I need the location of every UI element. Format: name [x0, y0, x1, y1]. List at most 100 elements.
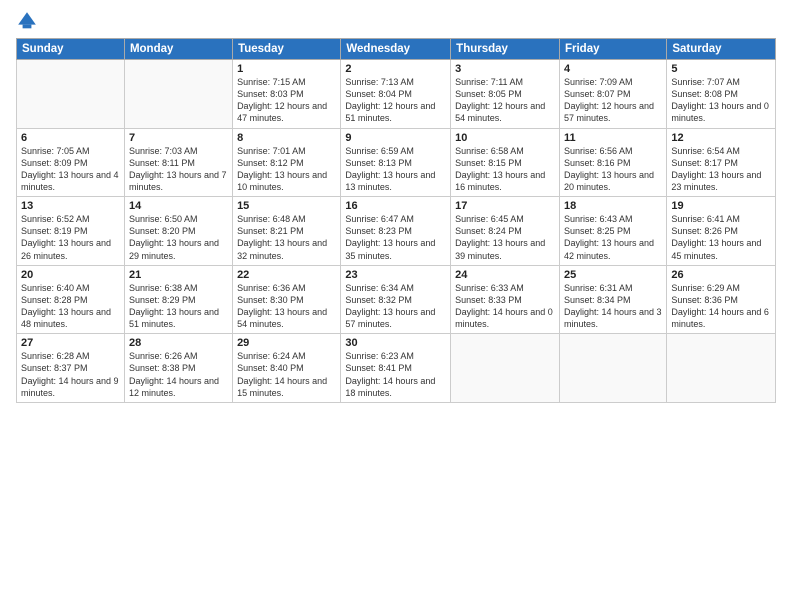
day-info: Sunrise: 7:11 AM Sunset: 8:05 PM Dayligh…: [455, 76, 555, 125]
day-info: Sunrise: 6:36 AM Sunset: 8:30 PM Dayligh…: [237, 282, 336, 331]
calendar-cell: [559, 334, 666, 403]
calendar-cell: 29Sunrise: 6:24 AM Sunset: 8:40 PM Dayli…: [233, 334, 341, 403]
calendar-cell: 26Sunrise: 6:29 AM Sunset: 8:36 PM Dayli…: [667, 265, 776, 334]
day-number: 19: [671, 200, 771, 212]
day-number: 21: [129, 269, 228, 281]
day-number: 15: [237, 200, 336, 212]
day-info: Sunrise: 7:05 AM Sunset: 8:09 PM Dayligh…: [21, 145, 120, 194]
day-info: Sunrise: 6:59 AM Sunset: 8:13 PM Dayligh…: [345, 145, 446, 194]
calendar-table: SundayMondayTuesdayWednesdayThursdayFrid…: [16, 38, 776, 403]
day-number: 4: [564, 63, 662, 75]
day-info: Sunrise: 6:29 AM Sunset: 8:36 PM Dayligh…: [671, 282, 771, 331]
calendar-cell: 8Sunrise: 7:01 AM Sunset: 8:12 PM Daylig…: [233, 128, 341, 197]
calendar-cell: [17, 60, 125, 129]
day-info: Sunrise: 7:13 AM Sunset: 8:04 PM Dayligh…: [345, 76, 446, 125]
day-number: 24: [455, 269, 555, 281]
day-number: 27: [21, 337, 120, 349]
day-info: Sunrise: 6:33 AM Sunset: 8:33 PM Dayligh…: [455, 282, 555, 331]
calendar-cell: 24Sunrise: 6:33 AM Sunset: 8:33 PM Dayli…: [451, 265, 560, 334]
day-info: Sunrise: 7:09 AM Sunset: 8:07 PM Dayligh…: [564, 76, 662, 125]
day-info: Sunrise: 7:01 AM Sunset: 8:12 PM Dayligh…: [237, 145, 336, 194]
week-row-2: 13Sunrise: 6:52 AM Sunset: 8:19 PM Dayli…: [17, 197, 776, 266]
day-number: 17: [455, 200, 555, 212]
col-header-friday: Friday: [559, 39, 666, 60]
day-info: Sunrise: 6:43 AM Sunset: 8:25 PM Dayligh…: [564, 213, 662, 262]
calendar-cell: 6Sunrise: 7:05 AM Sunset: 8:09 PM Daylig…: [17, 128, 125, 197]
day-number: 3: [455, 63, 555, 75]
day-number: 29: [237, 337, 336, 349]
page: SundayMondayTuesdayWednesdayThursdayFrid…: [0, 0, 792, 612]
day-number: 11: [564, 132, 662, 144]
day-info: Sunrise: 6:24 AM Sunset: 8:40 PM Dayligh…: [237, 350, 336, 399]
day-number: 14: [129, 200, 228, 212]
calendar-cell: 17Sunrise: 6:45 AM Sunset: 8:24 PM Dayli…: [451, 197, 560, 266]
day-number: 25: [564, 269, 662, 281]
calendar-cell: 19Sunrise: 6:41 AM Sunset: 8:26 PM Dayli…: [667, 197, 776, 266]
col-header-wednesday: Wednesday: [341, 39, 451, 60]
calendar-cell: 23Sunrise: 6:34 AM Sunset: 8:32 PM Dayli…: [341, 265, 451, 334]
week-row-4: 27Sunrise: 6:28 AM Sunset: 8:37 PM Dayli…: [17, 334, 776, 403]
logo-icon: [16, 10, 38, 32]
calendar-cell: 16Sunrise: 6:47 AM Sunset: 8:23 PM Dayli…: [341, 197, 451, 266]
logo: [16, 10, 40, 32]
col-header-tuesday: Tuesday: [233, 39, 341, 60]
calendar-cell: [124, 60, 232, 129]
col-header-saturday: Saturday: [667, 39, 776, 60]
calendar-header-row: SundayMondayTuesdayWednesdayThursdayFrid…: [17, 39, 776, 60]
col-header-sunday: Sunday: [17, 39, 125, 60]
calendar-cell: 12Sunrise: 6:54 AM Sunset: 8:17 PM Dayli…: [667, 128, 776, 197]
day-number: 9: [345, 132, 446, 144]
calendar-cell: 10Sunrise: 6:58 AM Sunset: 8:15 PM Dayli…: [451, 128, 560, 197]
day-info: Sunrise: 7:07 AM Sunset: 8:08 PM Dayligh…: [671, 76, 771, 125]
header: [16, 10, 776, 32]
day-number: 23: [345, 269, 446, 281]
day-number: 10: [455, 132, 555, 144]
calendar-cell: 2Sunrise: 7:13 AM Sunset: 8:04 PM Daylig…: [341, 60, 451, 129]
col-header-monday: Monday: [124, 39, 232, 60]
day-info: Sunrise: 6:34 AM Sunset: 8:32 PM Dayligh…: [345, 282, 446, 331]
calendar-cell: 1Sunrise: 7:15 AM Sunset: 8:03 PM Daylig…: [233, 60, 341, 129]
col-header-thursday: Thursday: [451, 39, 560, 60]
day-number: 2: [345, 63, 446, 75]
day-info: Sunrise: 6:41 AM Sunset: 8:26 PM Dayligh…: [671, 213, 771, 262]
day-number: 22: [237, 269, 336, 281]
day-info: Sunrise: 6:56 AM Sunset: 8:16 PM Dayligh…: [564, 145, 662, 194]
day-info: Sunrise: 6:58 AM Sunset: 8:15 PM Dayligh…: [455, 145, 555, 194]
day-number: 12: [671, 132, 771, 144]
day-number: 6: [21, 132, 120, 144]
day-info: Sunrise: 6:50 AM Sunset: 8:20 PM Dayligh…: [129, 213, 228, 262]
day-number: 5: [671, 63, 771, 75]
day-info: Sunrise: 6:40 AM Sunset: 8:28 PM Dayligh…: [21, 282, 120, 331]
calendar-cell: 30Sunrise: 6:23 AM Sunset: 8:41 PM Dayli…: [341, 334, 451, 403]
day-info: Sunrise: 6:23 AM Sunset: 8:41 PM Dayligh…: [345, 350, 446, 399]
day-info: Sunrise: 7:03 AM Sunset: 8:11 PM Dayligh…: [129, 145, 228, 194]
day-number: 28: [129, 337, 228, 349]
calendar-cell: 11Sunrise: 6:56 AM Sunset: 8:16 PM Dayli…: [559, 128, 666, 197]
day-info: Sunrise: 7:15 AM Sunset: 8:03 PM Dayligh…: [237, 76, 336, 125]
day-info: Sunrise: 6:54 AM Sunset: 8:17 PM Dayligh…: [671, 145, 771, 194]
day-info: Sunrise: 6:28 AM Sunset: 8:37 PM Dayligh…: [21, 350, 120, 399]
day-info: Sunrise: 6:45 AM Sunset: 8:24 PM Dayligh…: [455, 213, 555, 262]
day-info: Sunrise: 6:26 AM Sunset: 8:38 PM Dayligh…: [129, 350, 228, 399]
day-info: Sunrise: 6:48 AM Sunset: 8:21 PM Dayligh…: [237, 213, 336, 262]
calendar-cell: 14Sunrise: 6:50 AM Sunset: 8:20 PM Dayli…: [124, 197, 232, 266]
day-info: Sunrise: 6:38 AM Sunset: 8:29 PM Dayligh…: [129, 282, 228, 331]
day-info: Sunrise: 6:52 AM Sunset: 8:19 PM Dayligh…: [21, 213, 120, 262]
day-info: Sunrise: 6:31 AM Sunset: 8:34 PM Dayligh…: [564, 282, 662, 331]
day-number: 8: [237, 132, 336, 144]
day-number: 1: [237, 63, 336, 75]
calendar-cell: 18Sunrise: 6:43 AM Sunset: 8:25 PM Dayli…: [559, 197, 666, 266]
calendar-cell: 20Sunrise: 6:40 AM Sunset: 8:28 PM Dayli…: [17, 265, 125, 334]
calendar-cell: 27Sunrise: 6:28 AM Sunset: 8:37 PM Dayli…: [17, 334, 125, 403]
calendar-cell: [451, 334, 560, 403]
calendar-cell: 13Sunrise: 6:52 AM Sunset: 8:19 PM Dayli…: [17, 197, 125, 266]
day-info: Sunrise: 6:47 AM Sunset: 8:23 PM Dayligh…: [345, 213, 446, 262]
calendar-cell: 25Sunrise: 6:31 AM Sunset: 8:34 PM Dayli…: [559, 265, 666, 334]
day-number: 7: [129, 132, 228, 144]
calendar-cell: 28Sunrise: 6:26 AM Sunset: 8:38 PM Dayli…: [124, 334, 232, 403]
week-row-1: 6Sunrise: 7:05 AM Sunset: 8:09 PM Daylig…: [17, 128, 776, 197]
day-number: 16: [345, 200, 446, 212]
calendar-cell: 5Sunrise: 7:07 AM Sunset: 8:08 PM Daylig…: [667, 60, 776, 129]
calendar-cell: 15Sunrise: 6:48 AM Sunset: 8:21 PM Dayli…: [233, 197, 341, 266]
calendar-cell: 4Sunrise: 7:09 AM Sunset: 8:07 PM Daylig…: [559, 60, 666, 129]
